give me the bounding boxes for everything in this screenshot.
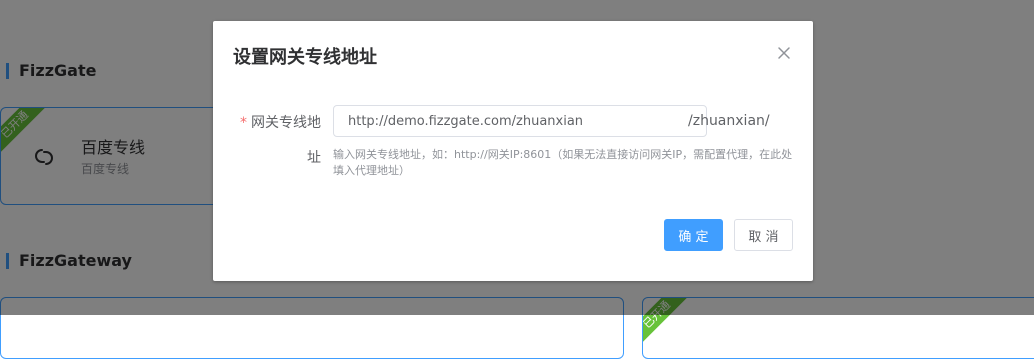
label-text-wrap: 址 — [307, 150, 321, 166]
label-text: 网关专线地 — [251, 115, 321, 131]
gateway-address-label: * 网关专线地 — [213, 113, 321, 133]
gateway-address-input[interactable] — [333, 105, 707, 137]
gateway-address-dialog: 设置网关专线地址 *网关专线地 址 /zhuanxian/ 输入网关专线地址，如… — [213, 21, 813, 281]
cancel-button[interactable]: 取 消 — [734, 219, 793, 251]
dialog-title: 设置网关专线地址 — [233, 47, 377, 68]
required-mark: * — [240, 115, 247, 131]
confirm-button[interactable]: 确 定 — [664, 219, 723, 251]
input-hint: 输入网关专线地址，如：http://网关IP:8601（如果无法直接访问网关IP… — [333, 148, 793, 177]
close-icon[interactable] — [777, 45, 791, 59]
address-suffix: /zhuanxian/ — [688, 113, 770, 129]
